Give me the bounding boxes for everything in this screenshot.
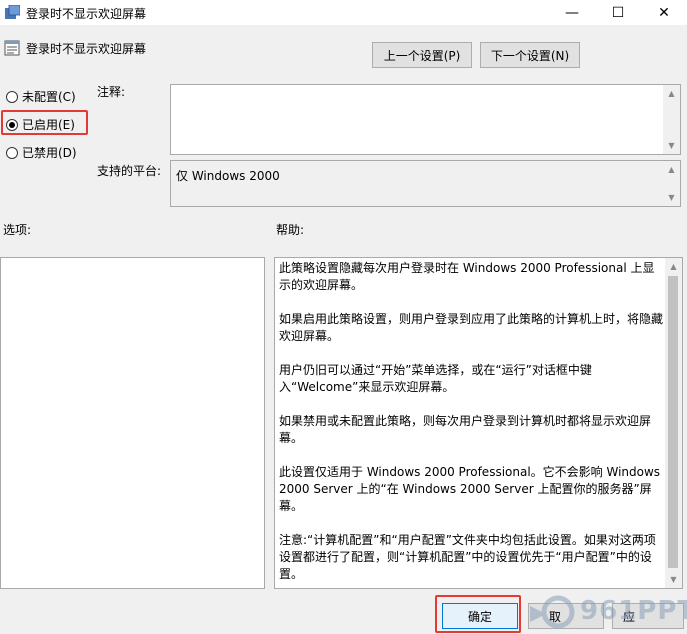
scroll-down-icon[interactable]: ▼ <box>665 571 682 588</box>
watermark-logo-icon <box>530 595 575 629</box>
platform-label: 支持的平台: <box>97 164 162 178</box>
radio-label: 未配置(C) <box>22 90 76 104</box>
help-paragraph: 如果启用此策略设置，则用户登录到应用了此策略的计算机上时，将隐藏欢迎屏幕。 <box>279 312 664 343</box>
close-button[interactable]: ✕ <box>641 0 687 25</box>
options-section-label: 选项: <box>3 223 32 237</box>
radio-circle-selected <box>6 118 18 131</box>
radio-not-configured[interactable]: 未配置(C) <box>6 88 76 105</box>
radio-circle <box>6 90 18 103</box>
help-paragraph: 用户仍旧可以通过“开始”菜单选择，或在“运行”对话框中键入“Welcome”来显… <box>279 363 592 394</box>
minimize-icon: — <box>565 4 579 21</box>
maximize-icon: ☐ <box>611 4 625 21</box>
radio-disabled[interactable]: 已禁用(D) <box>6 144 77 161</box>
next-setting-button[interactable]: 下一个设置(N) <box>480 42 580 68</box>
title-bar: 登录时不显示欢迎屏幕 — ☐ ✕ <box>0 0 687 25</box>
minimize-button[interactable]: — <box>549 0 595 25</box>
scroll-thumb[interactable] <box>668 276 678 568</box>
platform-scrollbar[interactable]: ▲ ▼ <box>663 161 680 206</box>
help-text: 此策略设置隐藏每次用户登录时在 Windows 2000 Professiona… <box>279 260 664 588</box>
scroll-down-icon[interactable]: ▼ <box>663 189 680 206</box>
options-pane <box>0 257 265 589</box>
ok-button[interactable]: 确定 <box>442 603 518 629</box>
close-icon: ✕ <box>658 4 670 21</box>
help-paragraph: 如果禁用或未配置此策略，则每次用户登录到计算机时都将显示欢迎屏幕。 <box>279 414 652 445</box>
window-title: 登录时不显示欢迎屏幕 <box>26 7 147 21</box>
scroll-up-icon[interactable]: ▲ <box>663 85 680 102</box>
radio-enabled[interactable]: 已启用(E) <box>6 116 75 133</box>
radio-circle <box>6 146 18 159</box>
watermark-text: 961PPT <box>580 596 687 626</box>
next-setting-label: 下一个设置(N) <box>490 48 570 63</box>
maximize-button[interactable]: ☐ <box>595 0 641 25</box>
help-section-label: 帮助: <box>276 223 305 237</box>
comment-scrollbar[interactable]: ▲ ▼ <box>663 85 680 154</box>
scroll-up-icon[interactable]: ▲ <box>665 258 682 275</box>
ok-label: 确定 <box>467 609 492 624</box>
help-paragraph: 此策略设置隐藏每次用户登录时在 Windows 2000 Professiona… <box>279 261 655 292</box>
setting-title: 登录时不显示欢迎屏幕 <box>26 42 147 56</box>
previous-setting-label: 上一个设置(P) <box>383 48 461 63</box>
platform-value: 仅 Windows 2000 <box>176 169 280 183</box>
scroll-up-icon[interactable]: ▲ <box>663 161 680 178</box>
help-paragraph: 注意:“计算机配置”和“用户配置”文件夹中均包括此设置。如果对这两项设置都进行了… <box>279 533 656 581</box>
comment-textbox[interactable]: ▲ ▼ <box>170 84 681 155</box>
watermark: 961PPT <box>520 590 687 634</box>
scroll-down-icon[interactable]: ▼ <box>663 137 680 154</box>
radio-label: 已禁用(D) <box>22 146 77 160</box>
help-pane[interactable]: 此策略设置隐藏每次用户登录时在 Windows 2000 Professiona… <box>274 257 683 589</box>
previous-setting-button[interactable]: 上一个设置(P) <box>372 42 472 68</box>
help-paragraph: 此设置仅适用于 Windows 2000 Professional。它不会影响 … <box>279 465 661 513</box>
help-scrollbar[interactable]: ▲ ▼ <box>665 258 682 588</box>
radio-label: 已启用(E) <box>22 118 75 132</box>
platform-textbox: 仅 Windows 2000 ▲ ▼ <box>170 160 681 207</box>
setting-icon <box>4 40 20 56</box>
comment-label: 注释: <box>97 85 126 99</box>
policy-app-icon <box>5 5 20 19</box>
